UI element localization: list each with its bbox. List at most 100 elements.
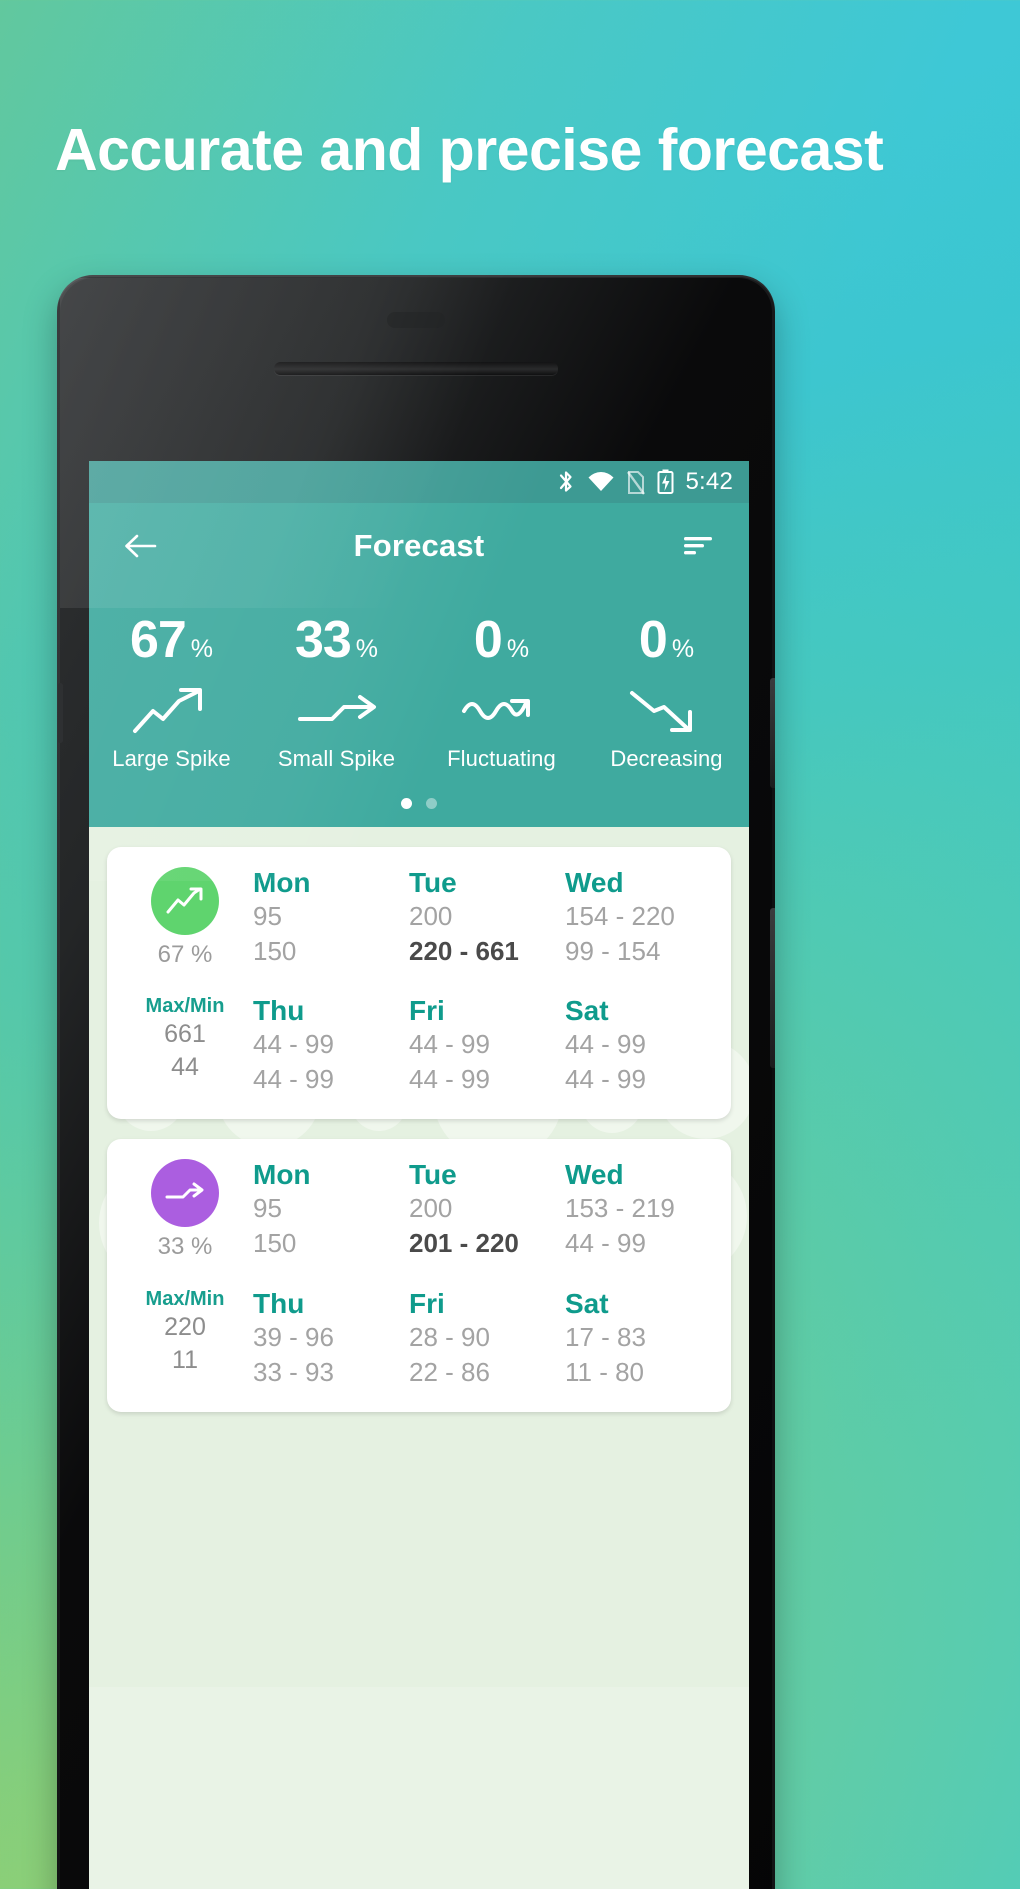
day-value-pm: 33 - 93 bbox=[253, 1356, 334, 1387]
sort-icon[interactable] bbox=[675, 523, 721, 569]
pager-dot-2[interactable] bbox=[426, 798, 437, 809]
earpiece-speaker bbox=[274, 362, 558, 375]
card-day-column: Mon 95 150 bbox=[249, 1159, 405, 1261]
stat-value: 33 bbox=[294, 611, 352, 669]
day-label: Mon bbox=[253, 1159, 311, 1191]
day-label: Wed bbox=[565, 1159, 624, 1191]
decreasing-arrow-icon bbox=[584, 680, 749, 742]
card-day-column: Tue 200 220 - 661 bbox=[405, 867, 561, 969]
day-label: Fri bbox=[409, 995, 445, 1027]
maxmin-label: Max/Min bbox=[145, 995, 225, 1018]
card-day-column: Mon 95 150 bbox=[249, 867, 405, 969]
day-value-am: 39 - 96 bbox=[253, 1321, 334, 1352]
back-arrow-icon[interactable] bbox=[117, 523, 163, 569]
card-week1-row: 33 % Mon 95 150 Tue 200 201 - 220 Wed 15… bbox=[121, 1159, 717, 1261]
day-value-pm: 44 - 99 bbox=[565, 1228, 646, 1259]
sim-tray bbox=[58, 683, 63, 743]
stat-decreasing[interactable]: 0% Decreasing bbox=[584, 610, 749, 772]
day-label: Sat bbox=[565, 1287, 609, 1319]
day-value-pm: 11 - 80 bbox=[565, 1356, 645, 1387]
stat-unit: % bbox=[190, 635, 214, 663]
day-value-am: 17 - 83 bbox=[565, 1321, 646, 1352]
card-day-column: Sat 44 - 99 44 - 99 bbox=[561, 995, 717, 1097]
stat-value: 0 bbox=[638, 611, 668, 669]
card-maxmin: Max/Min 220 11 bbox=[121, 1288, 249, 1390]
stat-large-spike[interactable]: 67% Large Spike bbox=[89, 610, 254, 772]
day-label: Tue bbox=[409, 867, 457, 898]
card-day-column: Thu 39 - 96 33 - 93 bbox=[249, 1288, 405, 1390]
day-value-am: 95 bbox=[253, 901, 282, 931]
forecast-list[interactable]: 67 % Mon 95 150 Tue 200 220 - 661 Wed 15… bbox=[89, 827, 749, 1687]
stat-label: Large Spike bbox=[112, 746, 231, 771]
day-label: Mon bbox=[253, 867, 311, 898]
phone-screen: 5:42 Forecast 67 % Large Spike 33 % Smal… bbox=[89, 461, 749, 1889]
day-value-pm: 150 bbox=[253, 1228, 297, 1259]
card-row-gap bbox=[121, 969, 717, 995]
status-bar: 5:42 bbox=[89, 461, 749, 503]
day-label: Sat bbox=[565, 995, 609, 1027]
day-label: Thu bbox=[253, 1287, 305, 1319]
pager-dots bbox=[89, 772, 749, 827]
card-day-column: Tue 200 201 - 220 bbox=[405, 1159, 561, 1261]
day-value-am: 154 - 220 bbox=[565, 901, 675, 931]
app-bar-title: Forecast bbox=[353, 527, 485, 563]
day-value-am: 200 bbox=[409, 1193, 453, 1224]
fluctuating-arrow-icon bbox=[419, 680, 584, 742]
app-bar: Forecast bbox=[89, 503, 749, 588]
stat-unit: % bbox=[671, 635, 695, 663]
card-percent: 67 % bbox=[157, 941, 213, 968]
maxmin-min: 44 bbox=[171, 1053, 199, 1082]
maxmin-max: 661 bbox=[164, 1020, 206, 1049]
card-week2-row: Max/Min 220 11 Thu 39 - 96 33 - 93 Fri 2… bbox=[121, 1288, 717, 1390]
day-label: Tue bbox=[409, 1159, 457, 1191]
card-pattern-summary: 33 % bbox=[121, 1159, 249, 1261]
small-spike-arrow-icon bbox=[151, 1159, 219, 1228]
stat-unit: % bbox=[506, 635, 530, 663]
stat-unit: % bbox=[355, 635, 379, 663]
card-week2-row: Max/Min 661 44 Thu 44 - 99 44 - 99 Fri 4… bbox=[121, 995, 717, 1097]
day-value-pm: 150 bbox=[253, 936, 297, 967]
forecast-card[interactable]: 67 % Mon 95 150 Tue 200 220 - 661 Wed 15… bbox=[107, 847, 731, 1120]
stat-label: Small Spike bbox=[277, 746, 396, 771]
stat-value: 0 bbox=[473, 611, 503, 669]
forecast-summary-panel: 67% Large Spike 33% Small Spike 0 % Fluc… bbox=[89, 588, 749, 827]
day-value-pm: 99 - 154 bbox=[565, 936, 661, 967]
page-title: Accurate and precise forecast bbox=[55, 117, 884, 183]
day-label: Thu bbox=[253, 995, 305, 1027]
stat-fluctuating[interactable]: 0% Fluctuating bbox=[419, 610, 584, 772]
status-bar-time: 5:42 bbox=[685, 468, 733, 495]
maxmin-label: Max/Min bbox=[145, 1287, 225, 1310]
card-day-column: Wed 153 - 219 44 - 99 bbox=[561, 1159, 717, 1261]
day-label: Fri bbox=[409, 1287, 445, 1319]
day-value-pm: 22 - 86 bbox=[409, 1356, 490, 1387]
day-value-am: 95 bbox=[253, 1193, 282, 1224]
volume-button[interactable] bbox=[770, 908, 775, 1068]
phone-mockup: 5:42 Forecast 67 % Large Spike 33 % Smal… bbox=[57, 275, 775, 1889]
card-percent: 33 % bbox=[157, 1233, 213, 1261]
card-day-column: Fri 44 - 99 44 - 99 bbox=[405, 995, 561, 1097]
large-spike-arrow-icon bbox=[89, 680, 254, 742]
power-button[interactable] bbox=[770, 678, 775, 788]
card-day-column: Wed 154 - 220 99 - 154 bbox=[561, 867, 717, 969]
phone-body: 5:42 Forecast 67 % Large Spike 33 % Smal… bbox=[58, 278, 775, 1889]
stat-label: Fluctuating bbox=[447, 746, 556, 771]
maxmin-min: 11 bbox=[172, 1345, 198, 1374]
day-value-am: 153 - 219 bbox=[565, 1193, 675, 1224]
day-label: Wed bbox=[565, 867, 624, 898]
card-week1-row: 67 % Mon 95 150 Tue 200 220 - 661 Wed 15… bbox=[121, 867, 717, 969]
day-value-pm: 44 - 99 bbox=[409, 1064, 490, 1095]
stat-small-spike[interactable]: 33% Small Spike bbox=[254, 610, 419, 772]
day-value-pm: 44 - 99 bbox=[565, 1064, 646, 1095]
day-value-pm: 44 - 99 bbox=[253, 1064, 334, 1095]
pager-dot-1[interactable] bbox=[401, 798, 412, 809]
stats-row: 67% Large Spike 33% Small Spike 0 % Fluc… bbox=[89, 610, 749, 772]
forecast-card[interactable]: 33 % Mon 95 150 Tue 200 201 - 220 Wed 15… bbox=[107, 1139, 731, 1412]
card-pattern-summary: 67 % bbox=[121, 867, 249, 969]
large-spike-arrow-icon bbox=[151, 867, 219, 935]
wifi-icon bbox=[587, 471, 615, 493]
small-spike-arrow-icon bbox=[254, 680, 419, 742]
stat-value: 67 bbox=[129, 611, 187, 669]
day-value-am: 28 - 90 bbox=[409, 1321, 490, 1352]
card-day-column: Thu 44 - 99 44 - 99 bbox=[249, 995, 405, 1097]
no-sim-icon bbox=[626, 470, 646, 495]
